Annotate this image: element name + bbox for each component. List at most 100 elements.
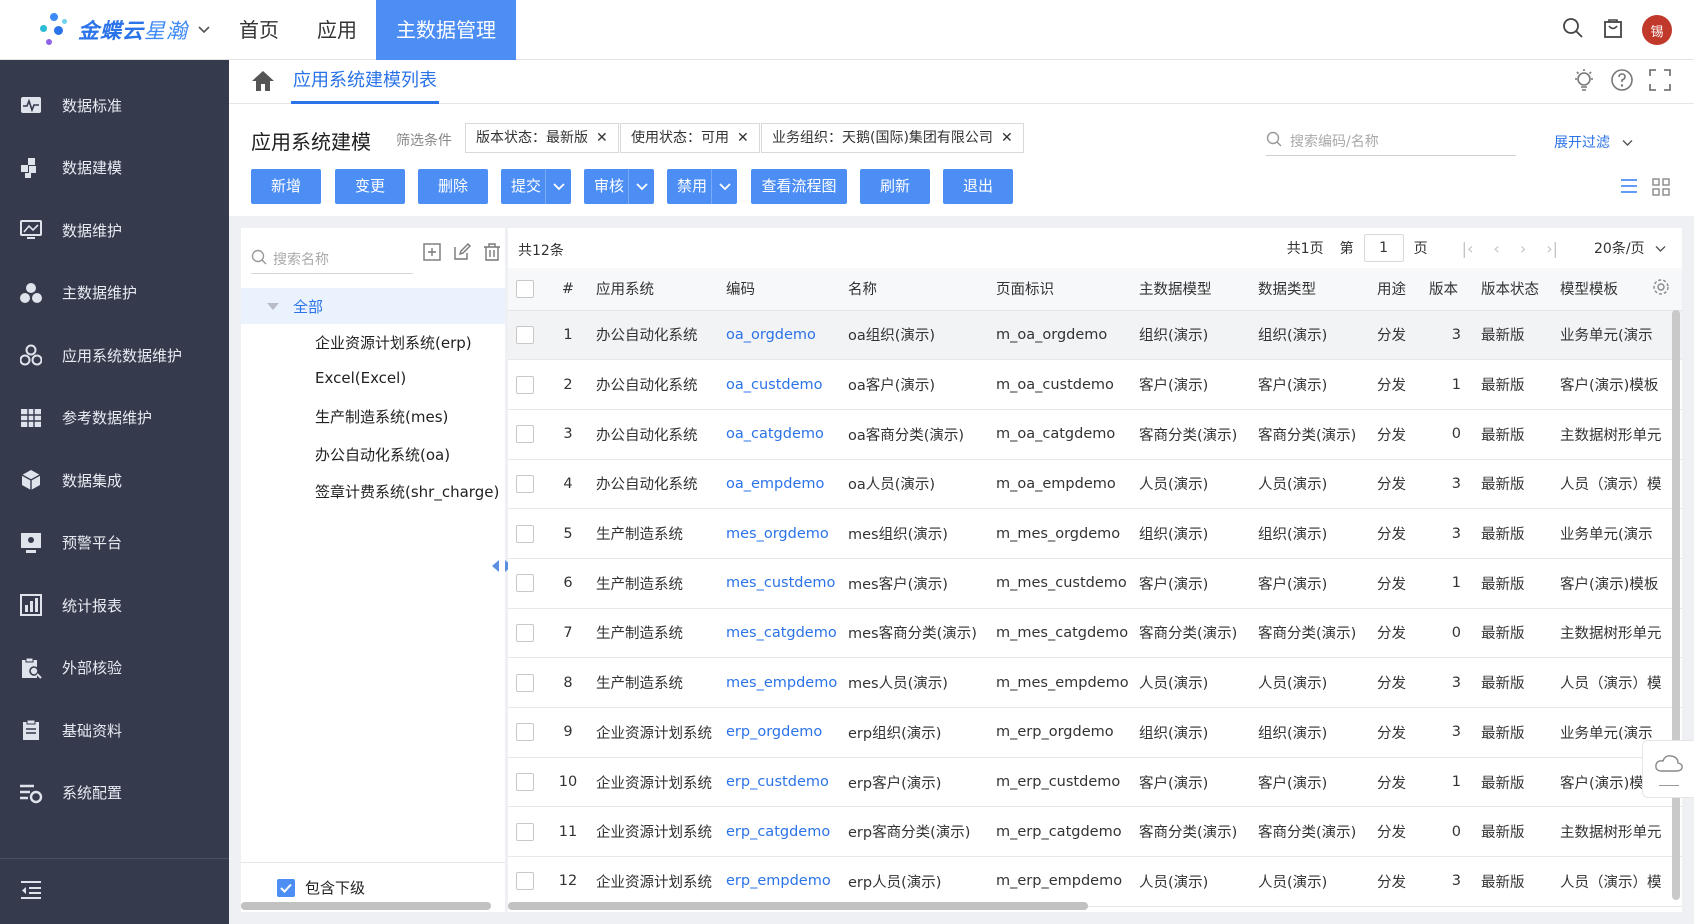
grid-vertical-scrollbar[interactable] xyxy=(1672,310,1680,900)
filter-chip-version-status[interactable]: 版本状态：最新版 ✕ xyxy=(465,123,619,153)
help-icon[interactable] xyxy=(1610,68,1634,96)
add-button[interactable]: 新增 xyxy=(251,169,321,204)
sidebar-item-data-standard[interactable]: 数据标准 xyxy=(0,74,229,137)
sidebar-item-basic-data[interactable]: 基础资料 xyxy=(0,699,229,762)
close-icon[interactable]: ✕ xyxy=(737,130,749,146)
chevron-down-icon[interactable] xyxy=(545,169,571,204)
filter-chip-usage-status[interactable]: 使用状态：可用 ✕ xyxy=(620,123,760,153)
cell-code[interactable]: erp_orgdemo xyxy=(718,707,840,758)
exit-button[interactable]: 退出 xyxy=(943,169,1013,204)
cell-code[interactable]: mes_orgdemo xyxy=(718,508,840,559)
chevron-down-icon[interactable] xyxy=(198,23,210,37)
search-input[interactable]: 搜索编码/名称 xyxy=(1266,126,1516,156)
close-icon[interactable]: ✕ xyxy=(596,130,608,146)
fullscreen-icon[interactable] xyxy=(1648,68,1672,96)
checkbox-checked-icon[interactable] xyxy=(277,878,295,897)
gear-icon[interactable] xyxy=(1652,278,1670,296)
edit-icon[interactable] xyxy=(453,243,471,265)
view-flowchart-button[interactable]: 查看流程图 xyxy=(751,169,847,204)
audit-button[interactable]: 审核 xyxy=(584,169,654,204)
tree-search-input[interactable]: 搜索名称 xyxy=(251,244,413,274)
sidebar-item-data-modeling[interactable]: 数据建模 xyxy=(0,137,229,200)
first-page-icon[interactable]: |‹ xyxy=(1462,239,1474,258)
col-model-template[interactable]: 模型模板 xyxy=(1552,268,1682,311)
prev-page-icon[interactable]: ‹ xyxy=(1493,239,1499,258)
col-version[interactable]: 版本 xyxy=(1421,268,1473,311)
row-checkbox[interactable] xyxy=(508,459,548,510)
app-logo[interactable]: 金蝶云星瀚 xyxy=(0,0,220,60)
row-checkbox[interactable] xyxy=(508,359,548,410)
expand-filter-link[interactable]: 展开过滤 xyxy=(1554,132,1633,152)
grid-horizontal-scrollbar[interactable] xyxy=(508,900,1682,910)
cell-code[interactable]: erp_custdemo xyxy=(718,757,840,808)
close-icon[interactable]: ✕ xyxy=(1001,130,1013,146)
sidebar-item-data-maintenance[interactable]: 数据维护 xyxy=(0,199,229,262)
table-row[interactable]: 9 企业资源计划系统 erp_orgdemo erp组织(演示) m_erp_orgde… xyxy=(508,707,1682,758)
sidebar-item-master-data-maintenance[interactable]: 主数据维护 xyxy=(0,262,229,325)
col-name[interactable]: 名称 xyxy=(840,268,988,311)
grid-view-icon[interactable] xyxy=(1652,178,1670,200)
trash-icon[interactable] xyxy=(483,243,501,265)
sidebar-item-app-system-data[interactable]: 应用系统数据维护 xyxy=(0,324,229,387)
cloud-float-button[interactable] xyxy=(1642,740,1694,798)
submit-button[interactable]: 提交 xyxy=(501,169,571,204)
cell-code[interactable]: oa_catgdemo xyxy=(718,409,840,460)
row-checkbox[interactable] xyxy=(508,757,548,808)
table-row[interactable]: 3 办公自动化系统 oa_catgdemo oa客商分类(演示) m_oa_catgde… xyxy=(508,409,1682,460)
tree-node-shr-charge[interactable]: 签章计费系统(shr_charge) xyxy=(315,481,499,502)
table-row[interactable]: 10 企业资源计划系统 erp_custdemo erp客户(演示) m_erp_cus… xyxy=(508,757,1682,808)
table-row[interactable]: 2 办公自动化系统 oa_custdemo oa客户(演示) m_oa_custdemo… xyxy=(508,359,1682,410)
col-app-system[interactable]: 应用系统 xyxy=(588,268,718,311)
caret-down-icon[interactable] xyxy=(267,302,279,310)
sidebar-item-data-integration[interactable]: 数据集成 xyxy=(0,449,229,512)
page-size-select[interactable]: 20条/页 xyxy=(1594,238,1666,258)
cell-code[interactable]: erp_empdemo xyxy=(718,856,840,907)
lightbulb-icon[interactable] xyxy=(1572,68,1596,96)
col-usage[interactable]: 用途 xyxy=(1369,268,1421,311)
col-code[interactable]: 编码 xyxy=(718,268,840,311)
change-button[interactable]: 变更 xyxy=(335,169,405,204)
delete-button[interactable]: 删除 xyxy=(418,169,488,204)
col-master-model[interactable]: 主数据模型 xyxy=(1131,268,1250,311)
next-page-icon[interactable]: › xyxy=(1520,239,1526,258)
tree-node-mes[interactable]: 生产制造系统(mes) xyxy=(315,406,448,427)
add-node-icon[interactable] xyxy=(423,243,441,265)
chevron-down-icon[interactable] xyxy=(711,169,737,204)
cell-code[interactable]: oa_orgdemo xyxy=(718,310,840,361)
sidebar-item-reference-data[interactable]: 参考数据维护 xyxy=(0,387,229,450)
cell-code[interactable]: mes_empdemo xyxy=(718,657,840,708)
sidebar-collapse-button[interactable] xyxy=(0,858,229,924)
tab-app-system-model-list[interactable]: 应用系统建模列表 xyxy=(291,60,439,104)
row-checkbox[interactable] xyxy=(508,608,548,659)
filter-chip-business-org[interactable]: 业务组织：天鹅(国际)集团有限公司 ✕ xyxy=(761,123,1024,153)
list-view-icon[interactable] xyxy=(1620,178,1638,200)
table-row[interactable]: 5 生产制造系统 mes_orgdemo mes组织(演示) m_mes_orgdemo… xyxy=(508,508,1682,559)
sidebar-item-alert-platform[interactable]: 预警平台 xyxy=(0,512,229,575)
row-checkbox[interactable] xyxy=(508,657,548,708)
table-row[interactable]: 6 生产制造系统 mes_custdemo mes客户(演示) m_mes_custde… xyxy=(508,558,1682,609)
sidebar-item-external-verification[interactable]: 外部核验 xyxy=(0,637,229,700)
last-page-icon[interactable]: ›| xyxy=(1546,239,1558,258)
cell-code[interactable]: erp_catgdemo xyxy=(718,806,840,858)
row-checkbox[interactable] xyxy=(508,806,548,858)
row-checkbox[interactable] xyxy=(508,558,548,609)
cell-code[interactable]: oa_empdemo xyxy=(718,459,840,510)
tree-node-excel[interactable]: Excel(Excel) xyxy=(315,369,406,387)
tree-node-all[interactable]: 全部 xyxy=(241,288,505,324)
row-checkbox[interactable] xyxy=(508,508,548,559)
row-checkbox[interactable] xyxy=(508,310,548,361)
row-checkbox[interactable] xyxy=(508,707,548,758)
tree-node-oa[interactable]: 办公自动化系统(oa) xyxy=(315,444,450,465)
table-row[interactable]: 11 企业资源计划系统 erp_catgdemo erp客商分类(演示) m_erp_c… xyxy=(508,806,1682,858)
cell-code[interactable]: oa_custdemo xyxy=(718,359,840,410)
table-row[interactable]: 7 生产制造系统 mes_catgdemo mes客商分类(演示) m_mes_catg… xyxy=(508,608,1682,659)
table-row[interactable]: 4 办公自动化系统 oa_empdemo oa人员(演示) m_oa_empdemo 人员… xyxy=(508,459,1682,510)
avatar[interactable]: 锡 xyxy=(1642,15,1672,45)
page-number-input[interactable]: 1 xyxy=(1363,234,1404,262)
cart-icon[interactable] xyxy=(1602,17,1624,43)
nav-master-data[interactable]: 主数据管理 xyxy=(376,0,516,60)
nav-home[interactable]: 首页 xyxy=(220,0,298,60)
arrow-left-icon[interactable] xyxy=(492,560,500,576)
nav-apps[interactable]: 应用 xyxy=(298,0,376,60)
home-icon[interactable] xyxy=(251,70,275,96)
